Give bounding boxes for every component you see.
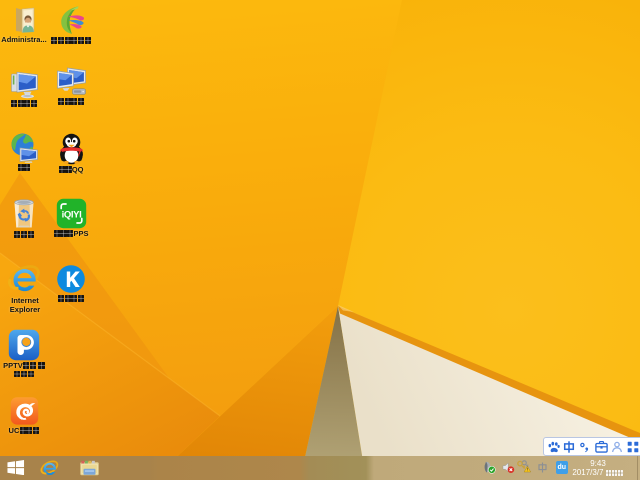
svg-text:iQIYI: iQIYI — [61, 209, 81, 220]
